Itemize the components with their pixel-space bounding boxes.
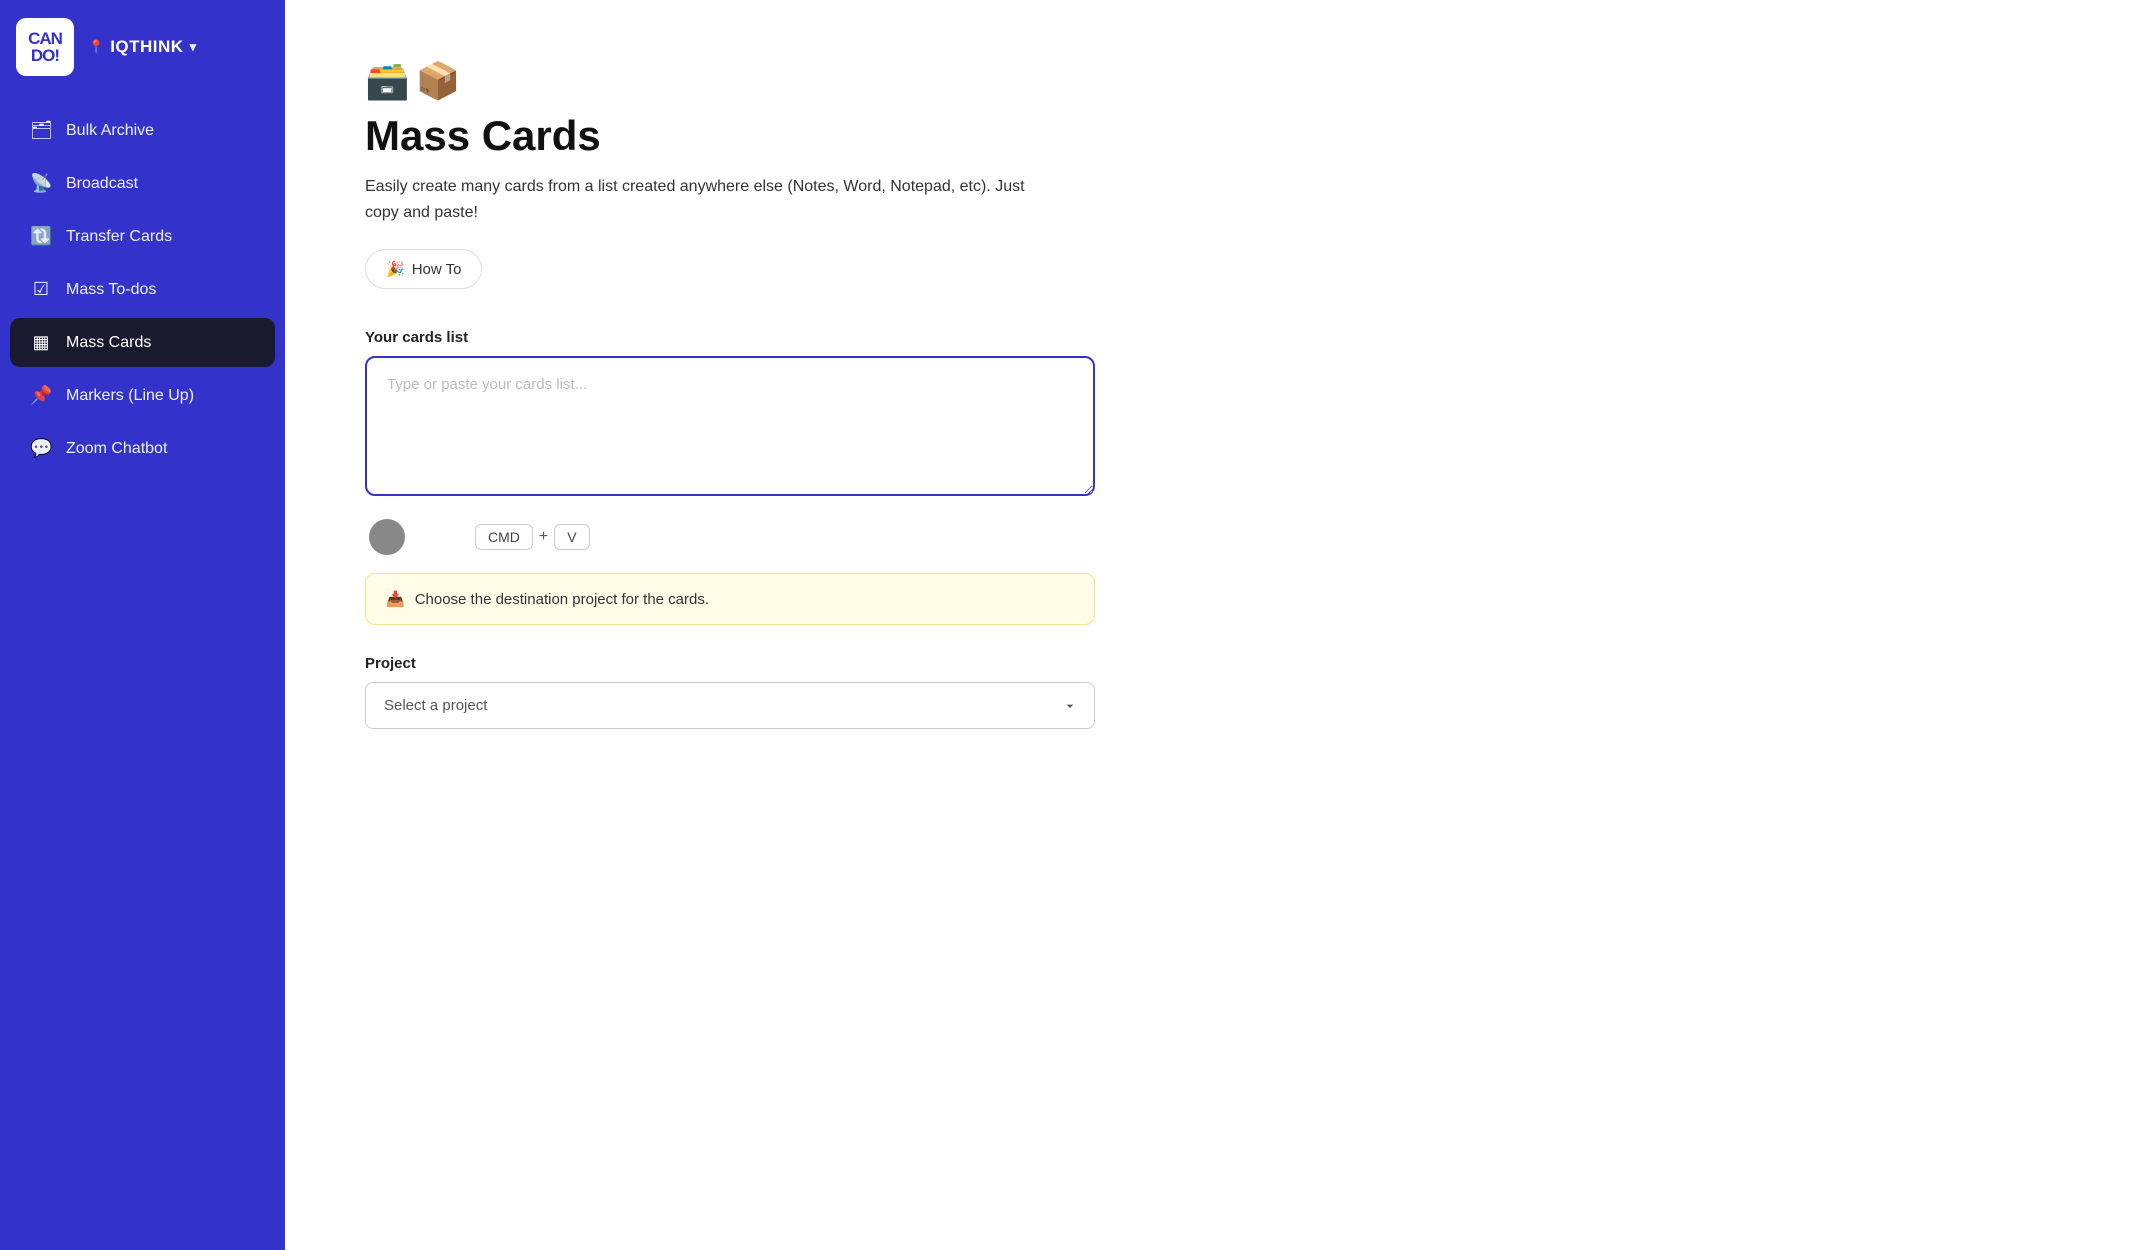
chatbot-icon: 💬: [30, 438, 52, 459]
location-dot-icon: 📍: [88, 39, 104, 55]
brand-name: IQTHINK: [110, 37, 183, 57]
info-text: Choose the destination project for the c…: [415, 591, 709, 608]
mass-cards-icon: ▦: [30, 332, 52, 353]
how-to-label: How To: [412, 261, 462, 278]
bulk-archive-icon: 🗂: [30, 120, 52, 141]
how-to-button[interactable]: 🎉 How To: [365, 249, 482, 289]
sidebar-item-bulk-archive[interactable]: 🗂 Bulk Archive: [10, 106, 275, 155]
sidebar-nav: 🗂 Bulk Archive 📡 Broadcast 🔃 Transfer Ca…: [0, 94, 285, 1250]
sidebar-item-mass-cards[interactable]: ▦ Mass Cards: [10, 318, 275, 367]
info-icon: 📥: [386, 590, 405, 608]
sidebar-item-zoom-chatbot[interactable]: 💬 Zoom Chatbot: [10, 424, 275, 473]
transfer-icon: 🔃: [30, 226, 52, 247]
project-label: Project: [365, 655, 2066, 672]
sidebar-item-label: Mass To-dos: [66, 281, 156, 299]
shortcut-row: CMD + V: [365, 519, 2066, 555]
info-banner: 📥 Choose the destination project for the…: [365, 573, 1095, 625]
sidebar-item-markers[interactable]: 📌 Markers (Line Up): [10, 371, 275, 420]
logo: CANDO!: [16, 18, 74, 76]
main-content: 🗃️ 📦 Mass Cards Easily create many cards…: [285, 0, 2146, 1250]
page-description: Easily create many cards from a list cre…: [365, 174, 1045, 225]
sidebar-item-broadcast[interactable]: 📡 Broadcast: [10, 159, 275, 208]
project-select[interactable]: Select a project: [365, 682, 1095, 729]
v-key: V: [554, 524, 589, 550]
brand-name-container: 📍 IQTHINK ▾: [88, 37, 196, 57]
plus-sign: +: [539, 528, 548, 546]
page-icon-box: 📦: [416, 60, 461, 102]
sidebar-item-label: Bulk Archive: [66, 122, 154, 140]
sidebar-item-label: Transfer Cards: [66, 228, 172, 246]
cards-list-input[interactable]: [365, 356, 1095, 496]
page-icons: 🗃️ 📦: [365, 60, 2066, 102]
sidebar-item-label: Zoom Chatbot: [66, 440, 167, 458]
cmd-key: CMD: [475, 524, 533, 550]
page-title: Mass Cards: [365, 112, 2066, 160]
how-to-emoji: 🎉: [386, 260, 405, 278]
todos-icon: ☑: [30, 279, 52, 300]
sidebar-item-mass-todos[interactable]: ☑ Mass To-dos: [10, 265, 275, 314]
shortcut-keys: CMD + V: [475, 524, 590, 550]
broadcast-icon: 📡: [30, 173, 52, 194]
page-icon-archive: 🗃️: [365, 60, 410, 102]
chevron-down-icon[interactable]: ▾: [190, 39, 197, 55]
sidebar: CANDO! 📍 IQTHINK ▾ 🗂 Bulk Archive 📡 Broa…: [0, 0, 285, 1250]
sidebar-item-transfer-cards[interactable]: 🔃 Transfer Cards: [10, 212, 275, 261]
sidebar-item-label: Broadcast: [66, 175, 138, 193]
sidebar-item-label: Mass Cards: [66, 334, 151, 352]
sidebar-header: CANDO! 📍 IQTHINK ▾: [0, 0, 285, 94]
markers-icon: 📌: [30, 385, 52, 406]
cards-list-label: Your cards list: [365, 329, 2066, 346]
sidebar-item-label: Markers (Line Up): [66, 387, 194, 405]
shortcut-circle-decoration: [369, 519, 405, 555]
